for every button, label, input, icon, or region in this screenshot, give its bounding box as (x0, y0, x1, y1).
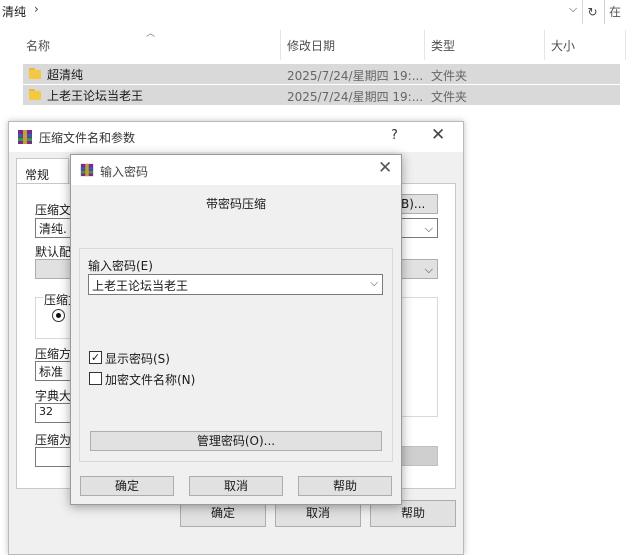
password-input[interactable]: 上老王论坛当老王 ⌵ (88, 274, 383, 295)
sort-ascending-icon: ︿ (146, 29, 156, 39)
column-header-name[interactable]: 名称 (26, 37, 50, 54)
column-divider[interactable] (280, 30, 281, 60)
column-header-size[interactable]: 大小 (551, 37, 575, 54)
column-divider[interactable] (424, 30, 425, 60)
password-label: 输入密码(E) (88, 259, 153, 273)
column-divider[interactable] (625, 30, 626, 60)
encrypt-names-label[interactable]: 加密文件名称(N) (105, 371, 195, 388)
method-value: 标准 (39, 365, 64, 379)
format-rar-radio[interactable] (52, 309, 65, 322)
split-volumes-label: 压缩为 (35, 433, 72, 447)
tab-general[interactable]: 常规 (16, 158, 69, 184)
file-row[interactable]: 上老王论坛当老王 2025/7/24/星期四 19:... 文件夹 (23, 85, 620, 105)
show-password-checkbox[interactable]: ✓ (89, 351, 102, 364)
archive-name-label: 压缩文 (35, 203, 72, 217)
default-profile-label: 默认配 (35, 245, 72, 259)
chevron-down-icon[interactable]: ⌵ (370, 278, 378, 289)
file-type: 文件夹 (431, 90, 468, 104)
close-icon[interactable]: ✕ (431, 125, 445, 145)
manage-passwords-button[interactable]: 管理密码(O)... (90, 431, 382, 451)
search-input[interactable]: 在 (604, 0, 632, 24)
help-icon[interactable]: ? (391, 128, 398, 143)
password-value: 上老王论坛当老王 (92, 279, 189, 293)
dialog-title: 压缩文件名和参数 (39, 131, 136, 145)
dialog-titlebar: 压缩文件名和参数 ? ✕ (9, 122, 463, 152)
address-path[interactable]: 清纯 (2, 3, 26, 20)
cancel-button[interactable]: 取消 (189, 476, 283, 496)
dialog-heading: 带密码压缩 (205, 197, 266, 211)
file-row[interactable]: 超清纯 2025/7/24/星期四 19:... 文件夹 (23, 64, 620, 84)
folder-icon (29, 68, 41, 79)
file-name: 上老王论坛当老王 (47, 89, 144, 103)
dialog-title: 输入密码 (100, 165, 149, 179)
chevron-down-icon[interactable]: ⌵ (425, 263, 433, 277)
method-combo[interactable]: 标准 (35, 361, 75, 381)
split-volumes-combo[interactable] (35, 447, 75, 467)
winrar-app-icon (80, 163, 94, 177)
update-mode-combo[interactable]: ⌵ (398, 259, 438, 279)
dictionary-size-label: 字典大 (35, 389, 72, 403)
winrar-app-icon (18, 130, 32, 144)
dictionary-size-combo[interactable]: 32 (35, 403, 75, 423)
address-dropdown-icon[interactable]: ⌵ (564, 2, 582, 22)
file-name: 超清纯 (47, 68, 84, 82)
archive-name-value: 清纯. (39, 222, 67, 236)
ok-button[interactable]: 确定 (80, 476, 174, 496)
browse-button[interactable]: B)... (398, 194, 438, 214)
options-group (398, 297, 438, 417)
breadcrumb-chevron-icon[interactable]: › (34, 2, 39, 16)
column-header-type[interactable]: 类型 (431, 37, 455, 54)
dialog-titlebar: 输入密码 ✕ (71, 155, 401, 185)
file-modified: 2025/7/24/星期四 19:... (287, 90, 424, 104)
method-label: 压缩方 (35, 347, 72, 361)
column-header-modified[interactable]: 修改日期 (287, 37, 335, 54)
folder-icon (29, 89, 41, 100)
refresh-icon[interactable]: ↻ (582, 0, 602, 24)
encrypt-names-checkbox[interactable] (89, 372, 102, 385)
chevron-down-icon[interactable]: ⌵ (425, 222, 433, 236)
close-icon[interactable]: ✕ (378, 158, 392, 178)
show-password-label[interactable]: 显示密码(S) (105, 350, 170, 367)
file-modified: 2025/7/24/星期四 19:... (287, 69, 424, 83)
profiles-button[interactable] (35, 259, 75, 279)
help-button[interactable]: 帮助 (298, 476, 392, 496)
address-bar[interactable] (0, 0, 632, 24)
column-divider[interactable] (544, 30, 545, 60)
dictionary-size-value: 32 (39, 405, 53, 418)
file-type: 文件夹 (431, 69, 468, 83)
set-password-button[interactable] (398, 446, 438, 466)
